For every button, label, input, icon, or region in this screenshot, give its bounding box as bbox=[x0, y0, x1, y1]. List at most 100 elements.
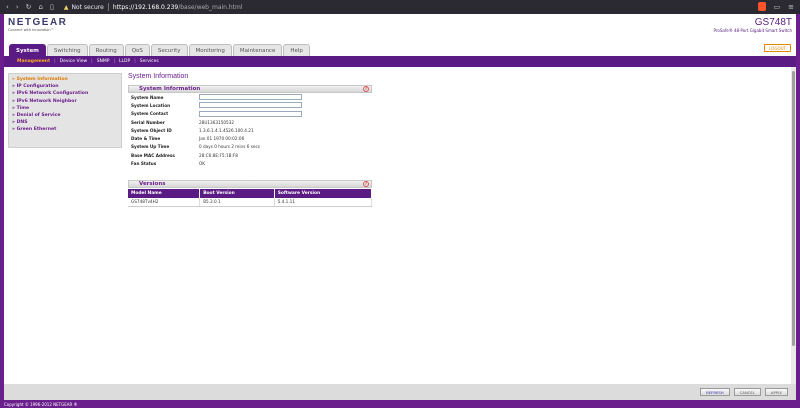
header: NETGEAR Connect with Innovation™ GS748T … bbox=[4, 14, 796, 44]
field-label: Date & Time bbox=[131, 136, 161, 142]
field-label: Base MAC Address bbox=[131, 152, 175, 158]
main-content: System Information System Information ? … bbox=[128, 73, 788, 215]
tab-help[interactable]: Help bbox=[283, 44, 310, 56]
browser-nav: ‹ › ↻ ⌂ ▯ bbox=[6, 3, 54, 11]
menu-icon[interactable]: ≡ bbox=[788, 3, 794, 11]
sidebar-item-denial-of-service[interactable]: » Denial of Service bbox=[12, 112, 118, 119]
system-contact-row: System Contact bbox=[128, 110, 372, 118]
system-object-id-row: System Object ID 1.3.6.1.4.1.4526.100.4.… bbox=[128, 126, 372, 134]
sidebar-item-ip-configuration[interactable]: » IP Configuration bbox=[12, 83, 118, 90]
section-title: Versions bbox=[139, 180, 166, 187]
tab-maintenance[interactable]: Maintenance bbox=[232, 44, 283, 56]
date-time-value: Jan 01 1970 00:02:06 bbox=[199, 136, 245, 142]
table-header-row: Model Name Boot Version Software Version bbox=[128, 188, 373, 198]
sidebar-item-green-ethernet[interactable]: » Green Ethernet bbox=[12, 126, 118, 133]
apply-button[interactable]: APPLY bbox=[764, 388, 788, 396]
serial-number-row: Serial Number 28U1363150532 bbox=[128, 118, 372, 126]
tab-qos[interactable]: QoS bbox=[124, 44, 150, 56]
netgear-logo: NETGEAR Connect with Innovation™ bbox=[8, 17, 67, 32]
serial-number-value: 28U1363150532 bbox=[199, 119, 235, 125]
subnav-device-view[interactable]: Device View bbox=[56, 59, 92, 64]
subnav-management[interactable]: Management bbox=[13, 59, 54, 64]
footer-bar: REFRESH CANCEL APPLY bbox=[4, 384, 796, 400]
url-divider bbox=[107, 3, 109, 11]
vertical-scrollbar[interactable] bbox=[791, 67, 796, 384]
fan-status-row: Fan Status OK bbox=[128, 159, 372, 167]
footer-buttons: REFRESH CANCEL APPLY bbox=[700, 388, 788, 396]
system-information-section: System Information ? System Name System … bbox=[128, 85, 372, 168]
base-mac-row: Base MAC Address 28:C6:8E:F5:1B:F8 bbox=[128, 151, 372, 159]
back-icon[interactable]: ‹ bbox=[6, 3, 9, 11]
column-header-model: Model Name bbox=[128, 188, 201, 198]
help-icon[interactable]: ? bbox=[363, 86, 369, 92]
system-contact-input[interactable] bbox=[199, 110, 302, 117]
field-label: System Contact bbox=[131, 111, 169, 117]
system-location-input[interactable] bbox=[199, 102, 302, 109]
sidebar-item-ipv6-network-configuration[interactable]: » IPv6 Network Configuration bbox=[12, 90, 118, 97]
versions-section: Versions ? Model Name Boot Version Softw… bbox=[128, 179, 373, 208]
security-label: Not secure bbox=[71, 3, 104, 11]
field-label: System Location bbox=[131, 102, 171, 108]
forward-icon[interactable]: › bbox=[16, 3, 19, 11]
brand-tagline: Connect with Innovation™ bbox=[8, 28, 55, 32]
home-icon[interactable]: ⌂ bbox=[39, 3, 43, 11]
system-object-id-value: 1.3.6.1.4.1.4526.100.4.21 bbox=[199, 127, 254, 133]
field-label: System Name bbox=[131, 94, 164, 100]
sidebar: » System Information » IP Configuration … bbox=[8, 73, 122, 148]
extensions-icon[interactable]: ▭ bbox=[774, 3, 781, 11]
tab-monitoring[interactable]: Monitoring bbox=[188, 44, 232, 56]
logout-button[interactable]: LOGOUT bbox=[764, 44, 791, 52]
url-bar[interactable]: https://192.168.0.239/base/web_main.html bbox=[113, 4, 243, 11]
section-header: Versions ? bbox=[128, 179, 372, 188]
field-label: Fan Status bbox=[131, 161, 157, 167]
brave-shield-icon[interactable] bbox=[757, 2, 766, 11]
system-location-row: System Location bbox=[128, 101, 372, 109]
url-host: https://192.168.0.239 bbox=[112, 3, 179, 11]
subnav-services[interactable]: Services bbox=[136, 59, 163, 64]
field-label: System Object ID bbox=[131, 127, 172, 133]
scrollbar-thumb[interactable] bbox=[792, 71, 795, 346]
system-name-row: System Name bbox=[128, 93, 372, 101]
field-label: Serial Number bbox=[131, 119, 165, 125]
sidebar-item-time[interactable]: » Time bbox=[12, 105, 118, 112]
model-name-cell: GS748Tv4H2 bbox=[128, 197, 201, 208]
model-description: ProSafe® 48-Port Gigabit Smart Switch bbox=[713, 28, 793, 33]
system-name-input[interactable] bbox=[199, 94, 302, 101]
boot-version-cell: B5.3.0.1 bbox=[199, 197, 275, 208]
warning-icon: ▲ bbox=[63, 3, 69, 11]
refresh-button[interactable]: REFRESH bbox=[700, 388, 730, 396]
sidebar-item-dns[interactable]: » DNS bbox=[12, 119, 118, 126]
page: NETGEAR Connect with Innovation™ GS748T … bbox=[4, 14, 796, 400]
tab-switching[interactable]: Switching bbox=[46, 44, 88, 56]
subnav-snmp[interactable]: SNMP bbox=[93, 59, 114, 64]
column-header-software: Software Version bbox=[274, 188, 373, 198]
url-path: /base/web_main.html bbox=[178, 3, 243, 11]
reload-icon[interactable]: ↻ bbox=[26, 3, 32, 11]
tab-system[interactable]: System bbox=[9, 44, 46, 56]
system-up-time-value: 0 days 0 hours 2 mins 6 secs bbox=[199, 144, 260, 150]
bookmark-icon[interactable]: ▯ bbox=[50, 3, 54, 11]
page-title: System Information bbox=[128, 73, 189, 80]
sub-navigation: Management | Device View | SNMP | LLDP |… bbox=[4, 56, 796, 67]
brand-name: NETGEAR bbox=[8, 17, 68, 28]
base-mac-value: 28:C6:8E:F5:1B:F8 bbox=[199, 152, 238, 158]
section-title: System Information bbox=[139, 86, 201, 92]
subnav-lldp[interactable]: LLDP bbox=[115, 59, 134, 64]
field-label: System Up Time bbox=[131, 144, 170, 150]
tab-security[interactable]: Security bbox=[150, 44, 188, 56]
sidebar-item-ipv6-network-neighbor[interactable]: » IPv6 Network Neighbor bbox=[12, 98, 118, 105]
cancel-button[interactable]: CANCEL bbox=[733, 388, 761, 396]
tab-routing[interactable]: Routing bbox=[88, 44, 124, 56]
table-row: GS748Tv4H2 B5.3.0.1 5.4.1.11 bbox=[128, 197, 373, 208]
main-tabs: System Switching Routing QoS Security Mo… bbox=[9, 44, 310, 56]
system-up-time-row: System Up Time 0 days 0 hours 2 mins 6 s… bbox=[128, 143, 372, 151]
versions-table: Model Name Boot Version Software Version… bbox=[128, 188, 373, 208]
date-time-row: Date & Time Jan 01 1970 00:02:06 bbox=[128, 134, 372, 142]
section-header: System Information ? bbox=[128, 85, 372, 93]
browser-toolbar: ‹ › ↻ ⌂ ▯ ▲ Not secure https://192.168.0… bbox=[0, 0, 800, 14]
model-name: GS748T bbox=[754, 17, 792, 28]
security-indicator[interactable]: ▲ Not secure bbox=[64, 4, 104, 11]
browser-actions: ▭ ≡ bbox=[757, 2, 794, 11]
sidebar-item-system-information[interactable]: » System Information bbox=[12, 76, 118, 83]
help-icon[interactable]: ? bbox=[363, 180, 369, 187]
